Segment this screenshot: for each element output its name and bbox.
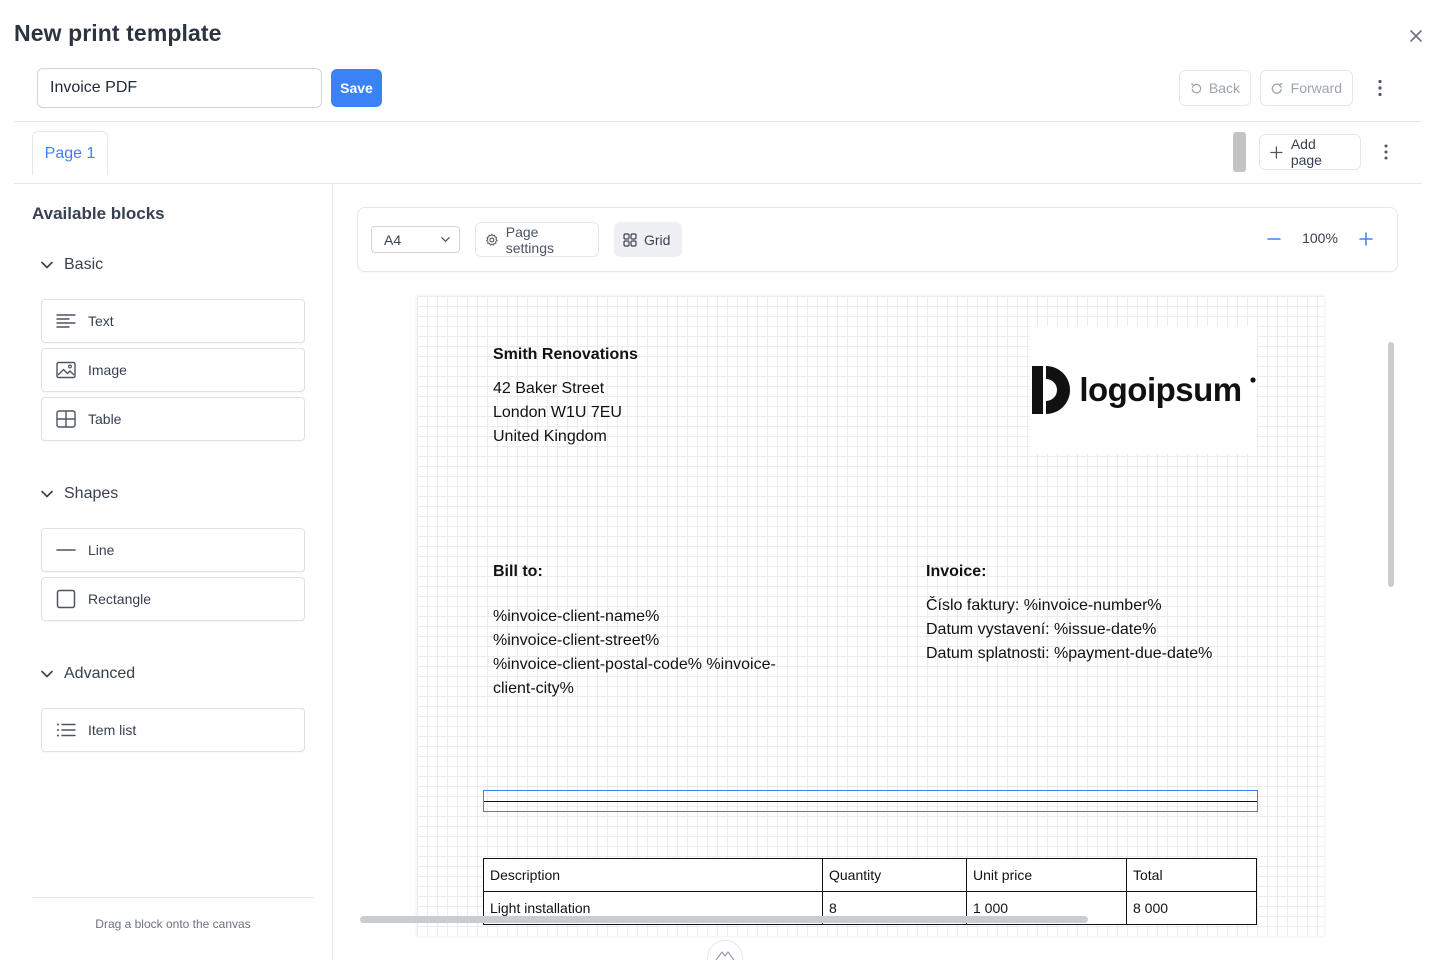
back-label: Back [1208,80,1240,96]
bill-to-line[interactable]: %invoice-client-postal-code% %invoice- [493,653,776,677]
chevron-down-icon [441,237,450,242]
block-image[interactable]: Image [41,348,305,392]
canvas-vertical-scrollbar[interactable] [1388,342,1394,587]
grid-label: Grid [644,231,671,248]
tab-label: Page 1 [44,144,96,162]
bill-to-line[interactable]: %invoice-client-street% [493,629,659,653]
rectangle-icon [56,589,76,609]
block-table-label: Table [88,411,122,427]
plus-icon [1270,145,1283,159]
close-icon [1410,30,1422,42]
more-options-button[interactable] [1370,76,1390,100]
page-settings-button[interactable]: Page settings [475,222,599,257]
sidebar-hint: Drag a block onto the canvas [95,917,251,931]
add-page-button[interactable]: Add page [1259,134,1361,170]
tab-page-1[interactable]: Page 1 [32,131,108,175]
table-icon [56,409,76,429]
block-rectangle-label: Rectangle [88,591,152,607]
paper-size-value: A4 [384,231,402,248]
add-page-label: Add page [1290,136,1322,168]
undo-icon [1191,82,1202,93]
template-page[interactable]: Smith Renovations 42 Baker Street London… [417,296,1324,936]
logo-mark-icon [1032,366,1071,414]
grid-icon [623,232,637,247]
tabs-divider [14,183,1422,184]
company-address-line[interactable]: United Kingdom [493,425,607,449]
header-divider [14,121,1422,122]
zoom-out-button[interactable] [1264,229,1284,249]
group-advanced-label: Advanced [64,665,136,682]
table-header-row: Description Quantity Unit price Total [483,858,1257,892]
block-text[interactable]: Text [41,299,305,343]
block-text-label: Text [88,313,114,329]
kebab-menu-icon [1378,79,1382,97]
company-address-line[interactable]: 42 Baker Street [493,377,604,401]
block-item-list-label: Item list [88,722,137,738]
line-icon [56,540,76,560]
kebab-menu-icon [1384,144,1388,160]
group-basic-label: Basic [64,256,104,273]
mountain-logo-icon [715,951,735,960]
close-button[interactable] [1404,24,1428,48]
forward-label: Forward [1290,80,1342,96]
sidebar-footer-divider [32,897,314,898]
canvas-horizontal-scrollbar[interactable] [360,916,1088,923]
chevron-down-icon [41,261,53,269]
block-line[interactable]: Line [41,528,305,572]
chevron-down-icon [41,670,53,678]
paper-size-select[interactable]: A4 [371,226,460,253]
registered-dot-icon [1250,377,1256,383]
invoice-label[interactable]: Invoice: [926,560,986,584]
chevron-down-icon [41,490,53,498]
text-lines-icon [56,311,76,331]
forward-button[interactable]: Forward [1260,70,1353,106]
invoice-line[interactable]: Datum vystavení: %issue-date% [926,618,1156,642]
sidebar-title: Available blocks [32,204,165,223]
block-table[interactable]: Table [41,397,305,441]
block-image-label: Image [88,362,127,378]
selected-line-block[interactable] [483,790,1258,812]
group-basic-toggle[interactable]: Basic [40,253,103,277]
table-cell: 8 000 [1126,891,1257,925]
image-icon [56,360,76,380]
group-shapes-label: Shapes [64,485,119,502]
tabs-scrollbar[interactable] [1233,132,1246,172]
bill-to-label[interactable]: Bill to: [493,560,543,584]
zoom-in-button[interactable] [1356,229,1376,249]
list-icon [56,720,76,740]
bill-to-line[interactable]: %invoice-client-name% [493,605,659,629]
minus-icon [1267,238,1281,240]
block-item-list[interactable]: Item list [41,708,305,752]
page-settings-label: Page settings [505,223,554,256]
table-header-cell: Unit price [966,858,1127,892]
page-options-button[interactable] [1376,140,1396,164]
block-line-label: Line [88,542,115,558]
company-name[interactable]: Smith Renovations [493,343,638,367]
block-rectangle[interactable]: Rectangle [41,577,305,621]
template-name-input[interactable] [37,68,322,108]
line-shape [484,801,1257,802]
canvas-viewport[interactable]: Smith Renovations 42 Baker Street London… [333,284,1422,950]
table-header-cell: Quantity [822,858,967,892]
company-address-line[interactable]: London W1U 7EU [493,401,622,425]
bill-to-line[interactable]: client-city% [493,677,574,701]
plus-icon [1359,232,1373,246]
redo-icon [1271,82,1283,94]
group-advanced-toggle[interactable]: Advanced [40,662,135,686]
invoice-line[interactable]: Číslo faktury: %invoice-number% [926,594,1162,618]
logo-image[interactable]: logoipsum [1030,326,1257,454]
items-table[interactable]: Description Quantity Unit price Total Li… [483,858,1257,925]
gear-icon [486,233,498,246]
table-header-cell: Total [1126,858,1257,892]
zoom-level: 100% [1302,230,1338,246]
logo-wordmark: logoipsum [1079,371,1242,408]
group-shapes-toggle[interactable]: Shapes [40,482,118,506]
invoice-line[interactable]: Datum splatnosti: %payment-due-date% [926,642,1212,666]
save-button[interactable]: Save [331,69,382,107]
back-button[interactable]: Back [1179,70,1251,106]
dialog-title: New print template [14,20,222,46]
grid-toggle-button[interactable]: Grid [614,222,682,257]
table-header-cell: Description [483,858,823,892]
